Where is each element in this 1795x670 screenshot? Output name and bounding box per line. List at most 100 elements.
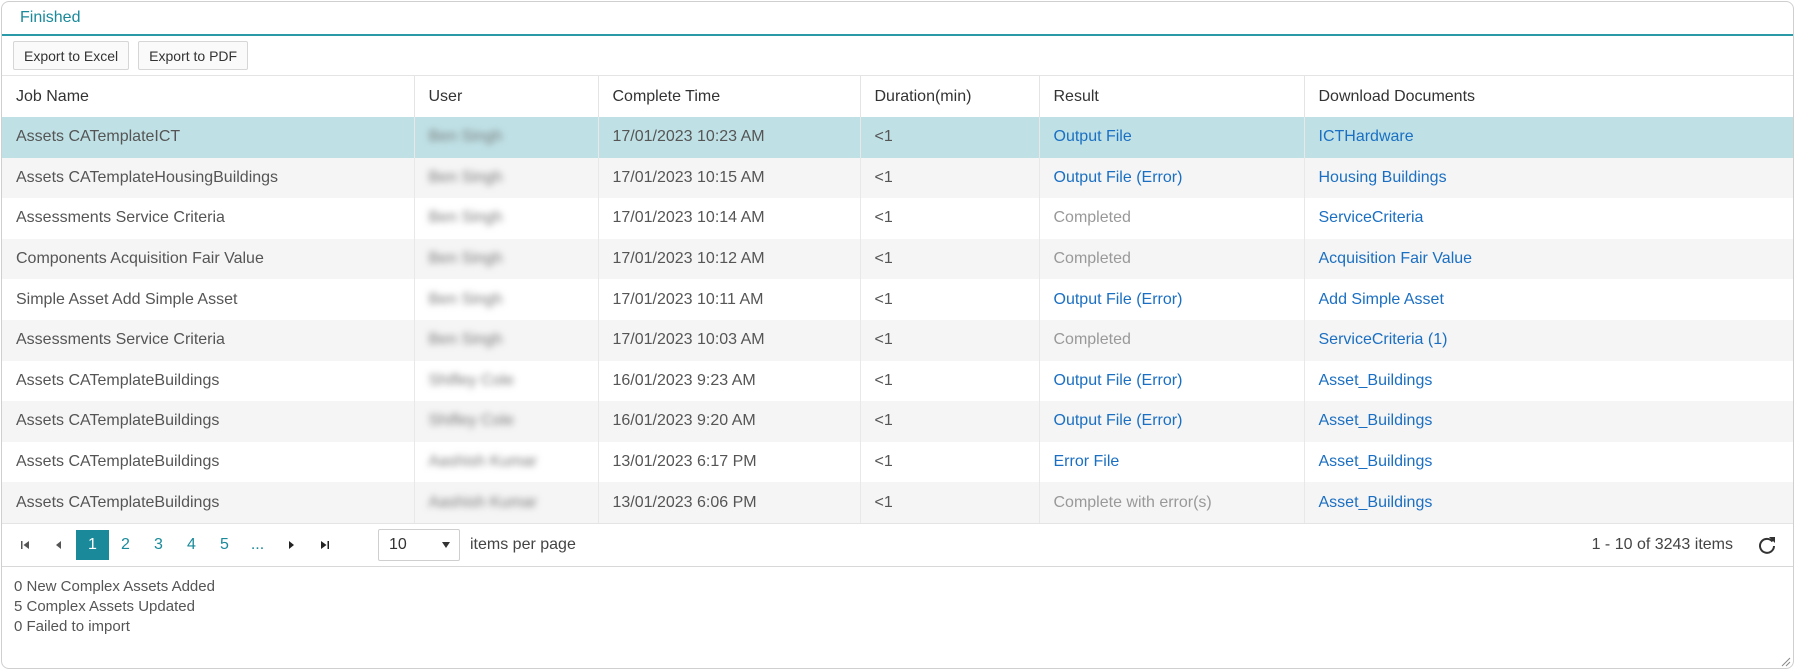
download-document-link[interactable]: Asset_Buildings: [1319, 372, 1433, 389]
page-size-value: 10: [389, 535, 407, 553]
download-document-link[interactable]: Asset_Buildings: [1319, 494, 1433, 511]
result-cell[interactable]: Output File: [1039, 117, 1305, 158]
table-row[interactable]: Assets CATemplateBuildings Aashish Kumar 1…: [2, 441, 1793, 483]
table-row[interactable]: Assessments Service Criteria Ben Singh 17/…: [2, 198, 1793, 239]
user-cell: Ben Singh: [428, 331, 503, 349]
user-cell: Aashish Kumar: [428, 453, 538, 471]
result-cell[interactable]: Output File (Error): [1039, 401, 1305, 442]
job-name-cell-cell: Assets CATemplateBuildings: [2, 441, 415, 483]
prev-page-icon[interactable]: [42, 530, 76, 560]
user-cell: Ben Singh: [428, 290, 503, 308]
job-name-cell-cell: Assets CATemplateICT: [2, 117, 415, 158]
duration-cell-cell: <1: [860, 319, 1040, 361]
result-link[interactable]: Error File: [1054, 453, 1120, 470]
complete-time-cell: 17/01/2023 10:23 AM: [612, 128, 765, 146]
job-name-cell-cell: Assets CATemplateBuildings: [2, 360, 415, 402]
job-name-cell: Assets CATemplateBuildings: [16, 453, 220, 471]
user-cell-cell: Shifley Cole: [414, 360, 599, 402]
complete-time-cell-cell: 17/01/2023 10:23 AM: [598, 117, 861, 158]
table-row[interactable]: Simple Asset Add Simple Asset Ben Singh 17…: [2, 279, 1793, 320]
download-document-cell[interactable]: ServiceCriteria: [1304, 198, 1793, 239]
user-cell: Ben Singh: [428, 209, 503, 227]
column-header-job-name[interactable]: Job Name: [2, 76, 415, 117]
download-document-link[interactable]: Asset_Buildings: [1319, 453, 1433, 470]
more-pages-button[interactable]: ...: [241, 530, 274, 560]
duration-cell: <1: [874, 128, 893, 146]
column-header-user[interactable]: User: [414, 76, 599, 117]
complete-time-cell: 16/01/2023 9:20 AM: [612, 412, 756, 430]
result-link[interactable]: Output File (Error): [1054, 169, 1183, 186]
page-3-button[interactable]: 3: [142, 530, 175, 560]
download-document-cell[interactable]: Housing Buildings: [1304, 158, 1793, 199]
download-document-cell[interactable]: ICTHardware: [1304, 117, 1793, 158]
job-name-cell: Simple Asset Add Simple Asset: [16, 290, 238, 308]
result-cell[interactable]: Error File: [1039, 441, 1305, 483]
result-cell[interactable]: Output File (Error): [1039, 360, 1305, 402]
job-name-cell: Components Acquisition Fair Value: [16, 250, 264, 268]
duration-cell: <1: [874, 493, 893, 511]
download-document-cell[interactable]: ServiceCriteria (1): [1304, 320, 1793, 361]
user-cell-cell: Ben Singh: [414, 238, 599, 280]
download-document-cell[interactable]: Asset_Buildings: [1304, 401, 1793, 442]
download-document-link[interactable]: Asset_Buildings: [1319, 412, 1433, 429]
result-link[interactable]: Output File (Error): [1054, 291, 1183, 308]
complete-time-cell-cell: 17/01/2023 10:12 AM: [598, 238, 861, 280]
user-cell-cell: Aashish Kumar: [414, 441, 599, 483]
duration-cell: <1: [874, 250, 893, 268]
page-4-button[interactable]: 4: [175, 530, 208, 560]
column-header-download-documents[interactable]: Download Documents: [1304, 76, 1793, 117]
page-1-button[interactable]: 1: [76, 529, 109, 560]
duration-cell-cell: <1: [860, 279, 1040, 320]
download-document-cell[interactable]: Add Simple Asset: [1304, 279, 1793, 320]
result-link[interactable]: Output File (Error): [1054, 372, 1183, 389]
download-document-link[interactable]: ServiceCriteria (1): [1319, 331, 1448, 348]
page-5-button[interactable]: 5: [208, 530, 241, 560]
download-document-cell[interactable]: Asset_Buildings: [1304, 361, 1793, 402]
table-row[interactable]: Assets CATemplateBuildings Shifley Cole 16…: [2, 360, 1793, 402]
job-name-cell: Assessments Service Criteria: [16, 331, 225, 349]
job-name-cell: Assets CATemplateBuildings: [16, 493, 220, 511]
download-document-cell[interactable]: Acquisition Fair Value: [1304, 239, 1793, 280]
download-document-link[interactable]: Add Simple Asset: [1319, 291, 1444, 308]
download-document-link[interactable]: ICTHardware: [1319, 128, 1414, 145]
column-header-result[interactable]: Result: [1039, 76, 1305, 117]
page-size-select[interactable]: 10: [378, 528, 460, 561]
resize-grip-icon[interactable]: [1779, 654, 1791, 667]
refresh-icon[interactable]: [1755, 533, 1779, 557]
duration-cell: <1: [874, 331, 893, 349]
job-name-cell-cell: Assessments Service Criteria: [2, 198, 415, 239]
download-document-cell[interactable]: Asset_Buildings: [1304, 482, 1793, 523]
table-row[interactable]: Assets CATemplateICT Ben Singh 17/01/2023 …: [2, 117, 1793, 158]
export-excel-button[interactable]: Export to Excel: [13, 41, 130, 70]
first-page-icon[interactable]: [8, 530, 42, 560]
download-document-link[interactable]: Acquisition Fair Value: [1319, 250, 1473, 267]
page-2-button[interactable]: 2: [109, 530, 142, 560]
result-cell[interactable]: Output File (Error): [1039, 157, 1305, 199]
table-row[interactable]: Assessments Service Criteria Ben Singh 17/…: [2, 319, 1793, 361]
job-name-cell-cell: Assessments Service Criteria: [2, 319, 415, 361]
table-row[interactable]: Assets CATemplateBuildings Shifley Cole 16…: [2, 401, 1793, 442]
column-header-duration[interactable]: Duration(min): [860, 76, 1040, 117]
table-row[interactable]: Assets CATemplateBuildings Aashish Kumar 1…: [2, 482, 1793, 523]
user-cell-cell: Ben Singh: [414, 198, 599, 239]
result-status: Completed: [1053, 250, 1131, 268]
duration-cell-cell: <1: [860, 441, 1040, 483]
pager: 1 2 3 4 5 ... 10 items per page 1 - 10 o…: [2, 522, 1793, 567]
job-name-cell: Assessments Service Criteria: [16, 209, 225, 227]
dropdown-caret-icon: [441, 536, 451, 554]
user-cell-cell: Ben Singh: [414, 279, 599, 320]
export-pdf-button[interactable]: Export to PDF: [138, 41, 249, 70]
duration-cell-cell: <1: [860, 238, 1040, 280]
download-document-link[interactable]: Housing Buildings: [1319, 169, 1447, 186]
result-link[interactable]: Output File (Error): [1054, 412, 1183, 429]
last-page-icon[interactable]: [308, 530, 342, 560]
column-header-complete-time[interactable]: Complete Time: [598, 76, 861, 117]
result-cell[interactable]: Output File (Error): [1039, 279, 1305, 320]
result-link[interactable]: Output File: [1054, 128, 1132, 145]
user-cell: Ben Singh: [428, 168, 503, 186]
download-document-link[interactable]: ServiceCriteria: [1319, 209, 1424, 226]
table-row[interactable]: Components Acquisition Fair Value Ben Sin…: [2, 238, 1793, 280]
download-document-cell[interactable]: Asset_Buildings: [1304, 442, 1793, 483]
next-page-icon[interactable]: [274, 530, 308, 560]
table-row[interactable]: Assets CATemplateHousingBuildings Ben Sin…: [2, 157, 1793, 199]
